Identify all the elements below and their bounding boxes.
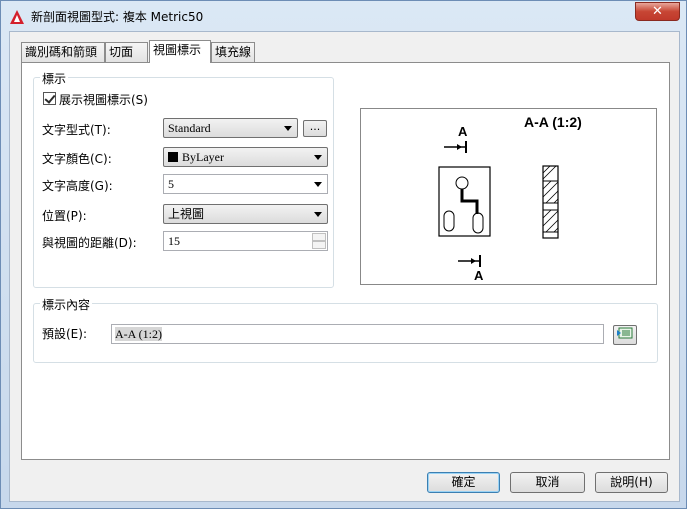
default-content-value: A-A (1:2): [115, 327, 162, 341]
cancel-button[interactable]: 取消: [510, 472, 585, 493]
autocad-app-icon: [10, 10, 24, 24]
text-style-browse-button[interactable]: ...: [303, 120, 327, 137]
show-label-text: 展示視圖標示(S): [59, 93, 148, 107]
tab-hatch[interactable]: 填充線: [211, 42, 255, 62]
text-color-label: 文字顏色(C):: [42, 152, 112, 166]
position-select[interactable]: 上視圖: [163, 204, 328, 224]
help-button[interactable]: 說明(H): [595, 472, 668, 493]
text-height-label: 文字高度(G):: [42, 179, 113, 193]
dialog-window: 新剖面視圖型式: 複本 Metric50 ✕ 識別碼和箭頭 切面 視圖標示 填充…: [0, 0, 687, 509]
label-content-group-title: 標示內容: [40, 296, 93, 313]
spin-down-button[interactable]: [312, 241, 326, 249]
field-editor-icon: [617, 327, 633, 339]
section-view-preview-drawing: A-A (1:2) A A: [438, 114, 582, 283]
dialog-client-area: 識別碼和箭頭 切面 視圖標示 填充線 標示 展示視圖標示(S) 文字型式(T):…: [9, 31, 680, 502]
position-label: 位置(P):: [42, 209, 87, 223]
window-title: 新剖面視圖型式: 複本 Metric50: [31, 10, 204, 24]
tab-view-label[interactable]: 視圖標示: [149, 40, 211, 63]
distance-value: 15: [168, 234, 180, 248]
text-height-value: 5: [168, 177, 174, 191]
distance-label: 與視圖的距離(D):: [42, 236, 137, 250]
ok-button[interactable]: 確定: [427, 472, 500, 493]
distance-spinner[interactable]: 15: [163, 231, 328, 251]
label-group-title: 標示: [40, 70, 69, 87]
preview-top-letter: A: [458, 124, 468, 139]
preview-bottom-letter: A: [474, 268, 484, 283]
text-style-value: Standard: [168, 121, 211, 135]
tab-identifiers-arrows[interactable]: 識別碼和箭頭: [21, 42, 105, 62]
label-content-group: 標示內容 預設(E): A-A (1:2): [33, 296, 658, 363]
field-editor-button[interactable]: [613, 325, 637, 345]
tab-panel: 標示 展示視圖標示(S) 文字型式(T): Standard ... 文字顏色(…: [21, 62, 670, 460]
text-height-combo[interactable]: 5: [163, 174, 328, 194]
chevron-down-icon: [314, 212, 322, 217]
text-style-label: 文字型式(T):: [42, 123, 111, 137]
chevron-down-icon: [284, 126, 292, 131]
text-color-select[interactable]: ByLayer: [163, 147, 328, 167]
show-label-checkbox[interactable]: [43, 92, 56, 105]
label-group: 標示 展示視圖標示(S) 文字型式(T): Standard ... 文字顏色(…: [33, 70, 334, 288]
preview-pane: A-A (1:2) A A: [360, 108, 657, 285]
spin-up-button[interactable]: [312, 233, 326, 241]
color-swatch: [168, 152, 178, 162]
title-bar: 新剖面視圖型式: 複本 Metric50 ✕: [1, 1, 686, 31]
position-value: 上視圖: [168, 207, 205, 221]
preview-title: A-A (1:2): [524, 114, 582, 130]
close-button[interactable]: ✕: [635, 2, 680, 21]
text-style-select[interactable]: Standard: [163, 118, 298, 138]
text-color-value: ByLayer: [182, 150, 224, 164]
arrow-bottom: [471, 258, 476, 264]
default-content-field[interactable]: A-A (1:2): [111, 324, 604, 344]
chevron-down-icon: [314, 182, 322, 187]
chevron-down-icon: [314, 155, 322, 160]
default-label: 預設(E):: [42, 327, 87, 341]
tab-cut[interactable]: 切面: [105, 42, 148, 62]
arrow-top: [457, 144, 462, 150]
